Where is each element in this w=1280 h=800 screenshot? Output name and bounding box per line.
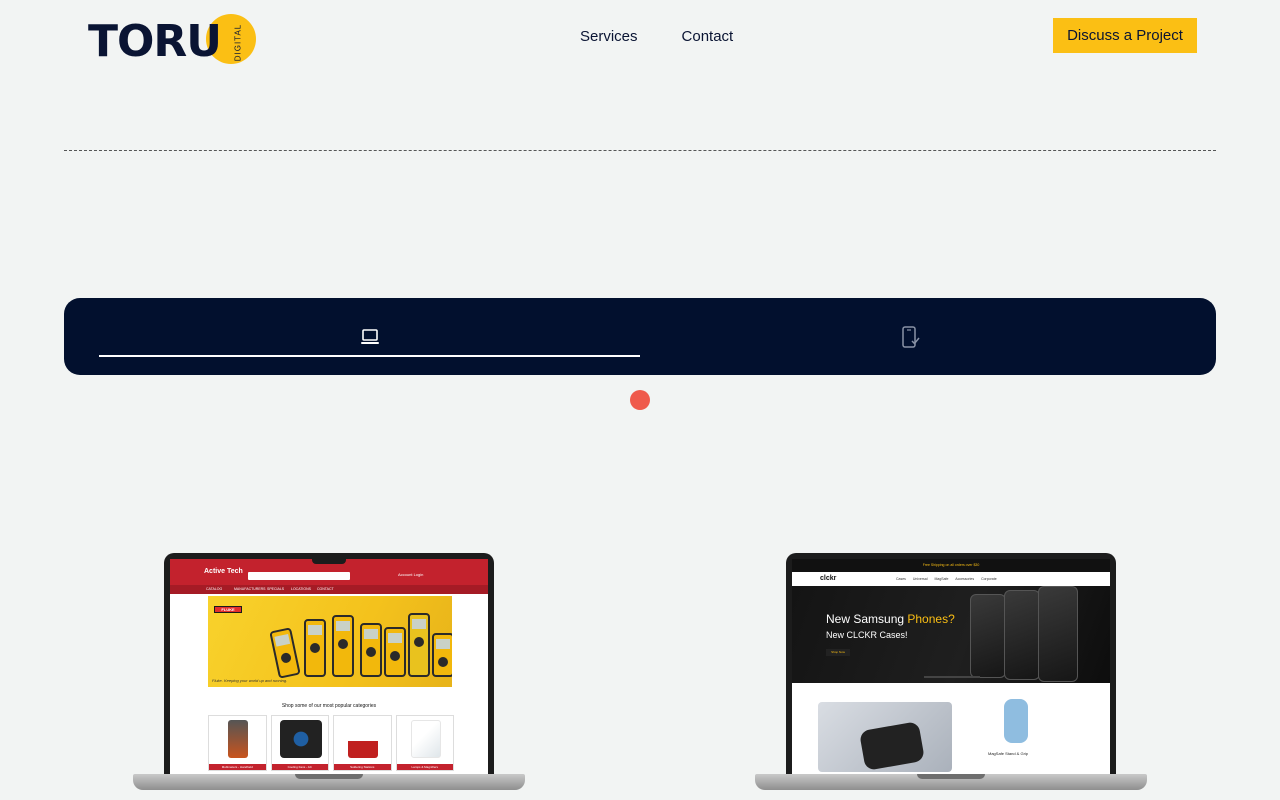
site-logo: clckr xyxy=(820,575,837,582)
site-nav-item: MANUFACTURERS xyxy=(234,587,266,591)
product-card-image xyxy=(818,702,952,772)
site-logo: Active Tech xyxy=(204,568,243,575)
category-card: Soldering Stations xyxy=(333,715,392,771)
carousel-dots xyxy=(924,676,980,678)
scroll-indicator-dot[interactable] xyxy=(630,390,650,410)
announcement-bar: Free Shipping on all orders over $30 xyxy=(792,559,1110,572)
category-label: Lamps & Magnifiers xyxy=(396,764,453,770)
fluke-caption: Fluke. Keeping your world up and running… xyxy=(212,678,288,683)
category-image xyxy=(279,720,322,758)
category-label: Multimeters - Handheld xyxy=(209,764,266,770)
site-nav: CATALOG MANUFACTURERS SPECIALS LOCATIONS… xyxy=(170,585,488,594)
portfolio-laptop-active-tech[interactable]: Active Tech Account Login CATALOG MANUFA… xyxy=(133,553,525,793)
product-label: MagSafe Stand & Grip xyxy=(988,751,1029,756)
site-nav-item: LOCATIONS xyxy=(291,587,311,591)
portfolio-laptop-clckr[interactable]: Free Shipping on all orders over $30 clc… xyxy=(755,553,1147,793)
hero-title: New Samsung Phones? xyxy=(826,612,955,626)
hero-banner: New Samsung Phones? New CLCKR Cases! Sho… xyxy=(792,586,1110,683)
multimeter-image xyxy=(432,633,452,677)
category-image xyxy=(348,720,378,758)
laptop-screen: Active Tech Account Login CATALOG MANUFA… xyxy=(170,559,488,777)
section-divider xyxy=(64,150,1216,151)
category-label: Cooling Fans - AC xyxy=(271,764,328,770)
discuss-project-button[interactable]: Discuss a Project xyxy=(1053,18,1197,53)
category-card: Cooling Fans - AC xyxy=(270,715,329,771)
hero-title-highlight: Phones? xyxy=(907,612,955,626)
nav-contact[interactable]: Contact xyxy=(682,28,734,45)
multimeter-image xyxy=(332,615,354,677)
fluke-banner: FLUKE Fluke. Keeping your world up and r… xyxy=(208,596,452,687)
site-account: Account Login xyxy=(398,572,424,577)
phone-image xyxy=(970,594,1006,678)
site-nav-item: CATALOG xyxy=(206,587,223,591)
main-nav: Services Contact xyxy=(580,28,733,45)
hero-title-part: New Samsung xyxy=(826,612,908,626)
camera-notch xyxy=(312,559,346,564)
laptop-screen: Free Shipping on all orders over $30 clc… xyxy=(792,559,1110,777)
multimeter-image xyxy=(384,627,406,677)
categories-heading: Shop some of our most popular categories xyxy=(281,703,377,709)
phone-image xyxy=(1004,590,1040,680)
site-search xyxy=(248,572,350,580)
category-image xyxy=(228,720,248,758)
tab-mobile[interactable] xyxy=(640,298,1181,375)
clamp-meter-image xyxy=(408,613,430,677)
category-label: Soldering Stations xyxy=(334,764,391,770)
logo-subtext-wrap: DIGITAL xyxy=(226,18,256,62)
logo-subtext: DIGITAL xyxy=(233,23,243,62)
toru-logo[interactable]: TORU DIGITAL xyxy=(88,14,260,66)
nav-services[interactable]: Services xyxy=(580,28,638,45)
multimeter-image xyxy=(360,623,382,677)
device-tab-bar xyxy=(64,298,1216,375)
multimeter-image xyxy=(304,619,326,677)
hero-subtitle: New CLCKR Cases! xyxy=(826,630,908,640)
site-nav-item: CONTACT xyxy=(317,587,334,591)
fluke-badge-text: FLUKE xyxy=(221,607,235,612)
category-image xyxy=(410,720,441,758)
logo-text: TORU xyxy=(88,16,222,67)
site-nav-item: SPECIALS xyxy=(267,587,285,591)
magsafe-grip-image xyxy=(1004,699,1028,743)
site-nav-links: Cases Universal MagSafe Accessories Corp… xyxy=(896,577,997,581)
multimeter-image xyxy=(269,627,301,679)
category-card: Lamps & Magnifiers xyxy=(395,715,454,771)
tab-desktop[interactable] xyxy=(99,298,640,375)
laptop-icon xyxy=(360,328,380,345)
laptop-groove xyxy=(917,774,985,779)
fluke-badge: FLUKE xyxy=(214,606,242,613)
active-tab-indicator xyxy=(99,355,640,357)
product-grid: MagSafe Stand & Grip xyxy=(792,683,1110,772)
category-card: Multimeters - Handheld xyxy=(208,715,267,771)
hero-shop-button: Shop Now xyxy=(826,649,850,656)
laptop-screen-frame: Active Tech Account Login CATALOG MANUFA… xyxy=(164,553,494,777)
category-grid: Multimeters - Handheld Cooling Fans - AC… xyxy=(208,715,454,771)
site-nav: clckr Cases Universal MagSafe Accessorie… xyxy=(792,572,1110,586)
laptop-screen-frame: Free Shipping on all orders over $30 clc… xyxy=(786,553,1116,777)
laptop-groove xyxy=(295,774,363,779)
phone-image xyxy=(1038,586,1078,682)
phone-check-icon xyxy=(901,325,921,348)
